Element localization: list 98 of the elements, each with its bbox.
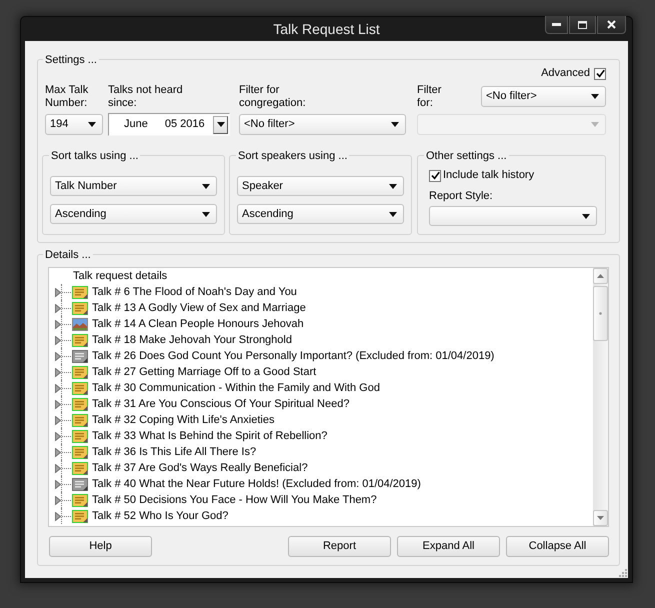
- tree-item-label[interactable]: Talk # 32 Coping With Life's Anxieties: [92, 413, 274, 427]
- note-icon: [72, 302, 88, 314]
- date-day-year: 05 2016: [164, 118, 205, 131]
- caret-icon: [591, 122, 599, 127]
- note-icon: [72, 414, 88, 426]
- tree-item-label[interactable]: Talk # 13 A Godly View of Sex and Marriage: [92, 301, 306, 315]
- field-label: Talks not heard since:: [108, 84, 184, 110]
- date-month: June: [124, 118, 148, 131]
- field-label: Max Talk Number:: [45, 84, 90, 110]
- maximize-icon: [578, 20, 587, 28]
- expand-arrow-icon[interactable]: [55, 336, 61, 344]
- window-title: Talk Request List: [273, 21, 380, 37]
- note-icon: [72, 366, 88, 378]
- expand-arrow-icon[interactable]: [55, 288, 61, 296]
- note-icon: [72, 494, 88, 506]
- note-icon: [72, 286, 88, 298]
- date-dropdown-button[interactable]: [213, 116, 228, 134]
- caret-icon: [202, 212, 210, 216]
- caret-icon: [88, 122, 96, 127]
- expand-arrow-icon[interactable]: [55, 384, 61, 392]
- note-icon: [72, 510, 88, 522]
- expand-arrow-icon[interactable]: [55, 416, 61, 424]
- include-history-checkbox[interactable]: [429, 170, 441, 182]
- note-icon: [72, 478, 88, 490]
- sort-field-dropdown[interactable]: Talk Number: [50, 176, 217, 196]
- scrollbar-thumb[interactable]: [593, 286, 608, 341]
- expand-arrow-icon[interactable]: [55, 448, 61, 456]
- scrollbar-track[interactable]: [593, 268, 608, 526]
- expand-arrow-icon[interactable]: [55, 512, 61, 520]
- note-icon: [72, 382, 88, 394]
- scroll-up-button[interactable]: [593, 268, 608, 284]
- resize-grip-icon[interactable]: [619, 569, 627, 577]
- note-icon: [72, 398, 88, 410]
- expand-arrow-icon[interactable]: [55, 480, 61, 488]
- tree-item-label[interactable]: Talk # 31 Are You Conscious Of Your Spiritual Need?: [92, 397, 350, 411]
- field-label: Report Style:: [429, 190, 494, 203]
- close-icon: [607, 20, 616, 29]
- tree-item-label[interactable]: Talk # 26 Does God Count You Personally Important? (Excluded from: 01/04/2019): [92, 349, 494, 363]
- minimize-button[interactable]: [545, 16, 568, 34]
- tree-item-label[interactable]: Talk # 27 Getting Marriage Off to a Good Start: [92, 365, 316, 379]
- tree-header: Talk request details: [72, 269, 168, 284]
- note-icon: [72, 462, 88, 474]
- expand-arrow-icon[interactable]: [55, 496, 61, 504]
- tree-item-label[interactable]: Talk # 30 Communication - Within the Family and With God: [92, 381, 380, 395]
- group-title: Sort talks using ...: [49, 149, 140, 163]
- tree-item-label[interactable]: Talk # 14 A Clean People Honours Jehovah: [92, 317, 304, 331]
- minimize-icon: [552, 23, 561, 26]
- filter-dropdown[interactable]: <No filter>: [481, 86, 606, 107]
- note-icon: [72, 334, 88, 346]
- tree-item-label[interactable]: Talk # 36 Is This Life All There Is?: [92, 445, 256, 459]
- expand-arrow-icon[interactable]: [55, 432, 61, 440]
- max-number-dropdown[interactable]: 194: [45, 114, 103, 135]
- caret-icon: [391, 122, 399, 127]
- arrow-down-icon: [597, 516, 604, 520]
- tree-item-label[interactable]: Talk # 37 Are God's Ways Really Beneficial?: [92, 461, 308, 475]
- group-title: Settings ...: [43, 53, 99, 67]
- sort-field-dropdown[interactable]: Speaker: [237, 176, 404, 196]
- dialog-button[interactable]: Help: [49, 536, 152, 557]
- tree-item-label[interactable]: Talk # 40 What the Near Future Holds! (Excluded from: 01/04/2019): [92, 477, 421, 491]
- caret-icon: [582, 214, 590, 218]
- field-label: Filter for:: [417, 84, 442, 110]
- date-field[interactable]: June 05 2016: [108, 113, 230, 136]
- expand-arrow-icon[interactable]: [55, 304, 61, 312]
- advanced-checkbox[interactable]: [594, 68, 606, 80]
- note-icon: [72, 350, 88, 362]
- checkbox-label: Include talk history: [443, 169, 534, 182]
- group-title: Sort speakers using ...: [236, 149, 350, 163]
- caret-icon: [591, 94, 599, 99]
- expand-arrow-icon[interactable]: [55, 368, 61, 376]
- advanced-label: Advanced: [541, 67, 590, 80]
- group-title: Other settings ...: [424, 149, 509, 163]
- caret-icon: [216, 122, 224, 127]
- caret-icon: [202, 184, 210, 188]
- sort-order-dropdown[interactable]: Ascending: [237, 204, 404, 224]
- maximize-button[interactable]: [569, 16, 596, 34]
- note-icon: [72, 446, 88, 458]
- dialog-button[interactable]: Expand All: [397, 536, 500, 557]
- field-label: Filter for congregation:: [239, 84, 307, 110]
- expand-arrow-icon[interactable]: [55, 320, 61, 328]
- dialog-button[interactable]: Report: [288, 536, 391, 557]
- landscape-picture-icon: [72, 318, 88, 330]
- caret-icon: [389, 184, 397, 188]
- tree-item-label[interactable]: Talk # 18 Make Jehovah Your Stronghold: [92, 333, 292, 347]
- caret-icon: [389, 212, 397, 216]
- expand-arrow-icon[interactable]: [55, 400, 61, 408]
- sort-order-dropdown[interactable]: Ascending: [50, 204, 217, 224]
- note-icon: [72, 430, 88, 442]
- scroll-down-button[interactable]: [593, 510, 608, 526]
- tree-item-label[interactable]: Talk # 6 The Flood of Noah's Day and You: [92, 285, 297, 299]
- arrow-up-icon: [597, 274, 604, 278]
- dialog-button[interactable]: Collapse All: [506, 536, 609, 557]
- tree-item-label[interactable]: Talk # 52 Who Is Your God?: [92, 509, 228, 523]
- tree-item-label[interactable]: Talk # 50 Decisions You Face - How Will You Make Them?: [92, 493, 377, 507]
- congregation-dropdown[interactable]: <No filter>: [239, 114, 406, 135]
- expand-arrow-icon[interactable]: [55, 352, 61, 360]
- expand-arrow-icon[interactable]: [55, 464, 61, 472]
- tree-item-label[interactable]: Talk # 33 What Is Behind the Spirit of Rebellion?: [92, 429, 328, 443]
- close-button[interactable]: [597, 16, 626, 34]
